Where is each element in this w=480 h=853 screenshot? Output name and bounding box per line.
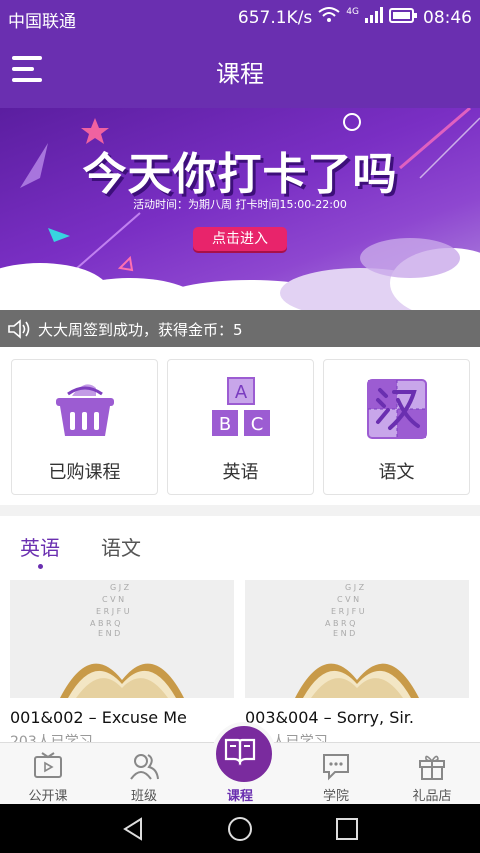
- course-card[interactable]: G J Z C V N E R J F U A B R QE N D 001&002…: [10, 580, 234, 742]
- nav-label: 班级: [130, 789, 157, 804]
- category-grid: 已购课程 A B C 英语 语文: [0, 347, 480, 505]
- svg-text:G J Z: G J Z: [110, 583, 130, 592]
- nav-item-class[interactable]: 班级: [96, 743, 192, 805]
- nav-item-open-class[interactable]: 公开课: [0, 743, 96, 805]
- nav-label: 礼品店: [412, 789, 452, 804]
- banner-headline: 今天你打卡了吗: [82, 149, 398, 200]
- svg-text:C V N: C V N: [102, 595, 124, 604]
- category-label: 语文: [378, 462, 415, 483]
- chat-icon: [323, 754, 349, 781]
- tab-english[interactable]: 英语: [20, 532, 60, 561]
- notice-bar: 大大周签到成功，获得金币：5: [0, 310, 480, 347]
- nav-item-academy[interactable]: 学院: [288, 743, 384, 805]
- recents-icon[interactable]: [334, 816, 360, 846]
- signal-icon: [365, 7, 383, 28]
- basket-icon: [56, 384, 114, 436]
- active-tab-indicator: [38, 564, 43, 569]
- svg-text:A B R Q: A B R Q: [325, 619, 355, 628]
- tab-chinese[interactable]: 语文: [101, 532, 141, 561]
- notice-text: 大大周签到成功，获得金币：5: [38, 321, 243, 339]
- promo-banner[interactable]: 今天你打卡了吗 活动时间：为期八周 打卡时间15:00-22:00 点击进入: [0, 108, 480, 310]
- wifi-icon: [318, 7, 340, 28]
- svg-text:C: C: [251, 414, 264, 435]
- chinese-card[interactable]: 语文: [323, 359, 470, 495]
- nav-label: 学院: [322, 789, 349, 804]
- category-label: 已购课程: [48, 462, 121, 483]
- gift-icon: [419, 755, 445, 780]
- carrier-name: 中国联通: [8, 12, 76, 32]
- category-label: 英语: [222, 462, 259, 483]
- svg-text:G J Z: G J Z: [345, 583, 365, 592]
- svg-text:E R J F U: E R J F U: [96, 607, 130, 616]
- nav-label: 公开课: [28, 789, 68, 804]
- nav-item-gift-shop[interactable]: 礼品店: [384, 743, 480, 805]
- network-speed: 657.1K/s: [237, 7, 313, 28]
- purchased-courses-card[interactable]: 已购课程: [11, 359, 158, 495]
- clock: 08:46: [423, 7, 472, 28]
- book-icon: [224, 738, 256, 766]
- course-title: 003&004 – Sorry, Sir.: [245, 708, 414, 727]
- svg-text:E N D: E N D: [333, 629, 355, 638]
- system-nav-bar: [0, 804, 480, 853]
- course-thumbnail: G J Z C V N E R J F U A B R QE N D: [245, 580, 469, 698]
- enter-button[interactable]: 点击进入: [193, 227, 287, 251]
- users-icon: [130, 754, 159, 780]
- english-card[interactable]: A B C 英语: [167, 359, 314, 495]
- course-meta: 128人已学习: [245, 734, 328, 742]
- svg-text:B: B: [219, 414, 231, 435]
- speaker-icon: [7, 319, 31, 343]
- banner-subtitle: 活动时间：为期八周 打卡时间15:00-22:00: [133, 198, 347, 211]
- status-bar: 中国联通 657.1K/s 4G 08:46: [0, 0, 480, 34]
- svg-text:A B R Q: A B R Q: [90, 619, 120, 628]
- app-bar: 课程: [0, 34, 480, 108]
- abc-blocks-icon: A B C: [212, 377, 270, 436]
- course-thumbnail: G J Z C V N E R J F U A B R QE N D: [10, 580, 234, 698]
- svg-text:A: A: [235, 382, 248, 403]
- course-meta: 203人已学习: [10, 734, 93, 742]
- home-icon[interactable]: [227, 816, 253, 846]
- svg-text:C V N: C V N: [337, 595, 359, 604]
- battery-icon: [389, 7, 417, 28]
- svg-text:E N D: E N D: [98, 629, 120, 638]
- svg-text:E R J F U: E R J F U: [331, 607, 365, 616]
- course-card[interactable]: G J Z C V N E R J F U A B R QE N D 003&004…: [245, 580, 469, 742]
- course-section: 英语 语文 G J ZC V NE R J F U A B R QE N D 0…: [0, 516, 480, 742]
- page-title: 课程: [216, 60, 264, 88]
- nav-item-courses[interactable]: [212, 722, 276, 786]
- back-icon[interactable]: [120, 816, 146, 846]
- network-type: 4G: [346, 6, 359, 17]
- chinese-character-icon: [367, 379, 427, 439]
- course-title: 001&002 – Excuse Me: [10, 708, 187, 727]
- tv-icon: [34, 752, 62, 778]
- nav-label-active: 课程: [226, 789, 253, 804]
